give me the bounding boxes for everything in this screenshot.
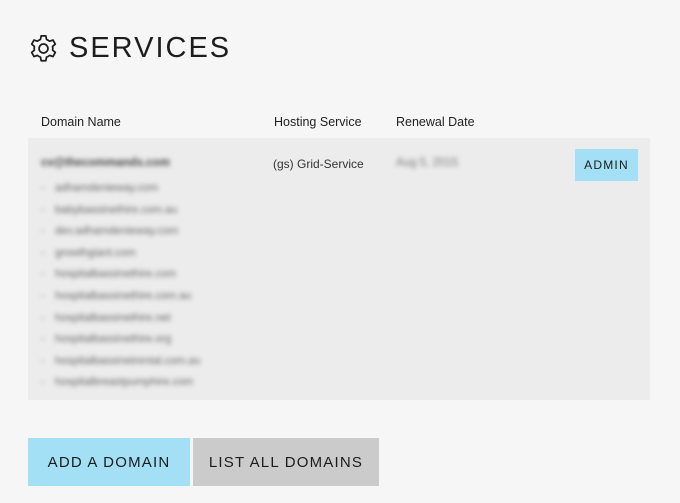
list-all-domains-button[interactable]: LIST ALL DOMAINS	[193, 438, 379, 486]
add-domain-button[interactable]: ADD A DOMAIN	[28, 438, 190, 486]
renewal-date-value: Aug 5, 2015	[396, 157, 459, 169]
domain-list-item: adhamdenieway.com	[41, 182, 201, 204]
domain-list-item: growthgiant.com	[41, 247, 201, 269]
hosting-service-value: (gs) Grid-Service	[273, 157, 364, 171]
gear-icon	[30, 35, 57, 62]
admin-button[interactable]: ADMIN	[575, 149, 638, 181]
domain-list-item: hospitalbreastpumphire.com	[41, 376, 201, 398]
domain-list-item: hospitalbassinethire.com.au	[41, 290, 201, 312]
service-row: cv@thecommands.com adhamdenieway.com bab…	[28, 138, 650, 400]
domain-list-item: hospitalbassinetrental.com.au	[41, 355, 201, 377]
column-header-domain-name: Domain Name	[41, 115, 121, 129]
page-title: SERVICES	[69, 32, 232, 64]
domain-list: adhamdenieway.com babybassinethire.com.a…	[41, 182, 201, 398]
domain-list-item: hospitalbassinethire.net	[41, 312, 201, 334]
domain-list-item: dev.adhamdenieway.com	[41, 225, 201, 247]
column-header-renewal-date: Renewal Date	[396, 115, 475, 129]
account-email: cv@thecommands.com	[41, 157, 170, 169]
domain-list-item: hospitalbassinethire.org	[41, 333, 201, 355]
domain-list-item: babybassinethire.com.au	[41, 204, 201, 226]
column-header-hosting-service: Hosting Service	[274, 115, 362, 129]
page-header: SERVICES	[28, 33, 231, 64]
domain-list-item: hospitalbassinethire.com	[41, 268, 201, 290]
